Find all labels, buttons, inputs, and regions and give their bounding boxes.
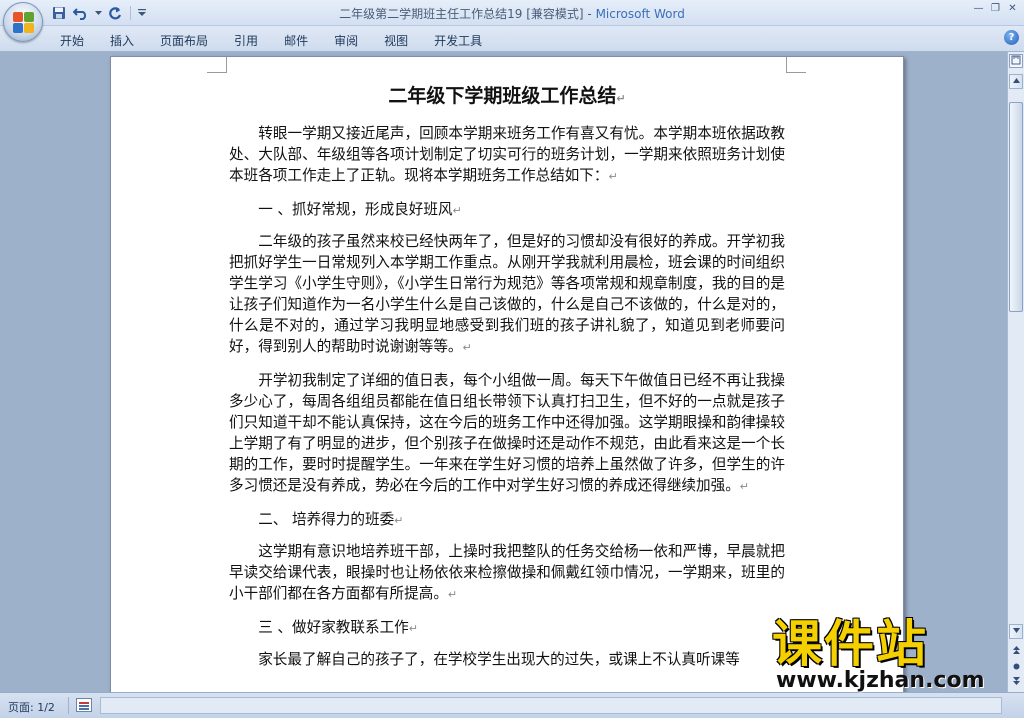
paragraph: 二年级的孩子虽然来校已经快两年了，但是好的习惯却没有很好的养成。开学初我把抓好学… [229, 233, 785, 355]
section-heading: 一 、抓好常规，形成良好班风↵ [258, 201, 462, 218]
select-browse-object-button[interactable] [1009, 661, 1023, 674]
help-button[interactable]: ? [1004, 30, 1019, 45]
arrow-up-icon [1012, 78, 1020, 83]
site-watermark: 课件站 www.kjzhan.com [772, 618, 1008, 692]
document-workspace: 二年级下学期班级工作总结↵ 转眼一学期又接近尾声，回顾本学期来班务工作有喜又有忧… [0, 52, 1007, 692]
previous-page-button[interactable] [1009, 645, 1023, 658]
double-arrow-up-icon [1012, 646, 1020, 654]
document-name: 二年级第二学期班主任工作总结19 [兼容模式] [339, 7, 584, 21]
ribbon-tab-bar: 开始 插入 页面布局 引用 邮件 审阅 视图 开发工具 ? [0, 26, 1024, 52]
paragraph: 开学初我制定了详细的值日表，每个小组做一周。每天下午做值日已经不再让我操多少心了… [229, 372, 785, 494]
title-bar: 二年级第二学期班主任工作总结19 [兼容模式] - Microsoft Word… [0, 0, 1024, 26]
section-heading: 三 、做好家教联系工作↵ [258, 619, 418, 636]
paragraph: 这学期有意识地培养班干部，上操时我把整队的任务交给杨一依和严博，早晨就把早读交给… [229, 543, 785, 602]
next-page-button[interactable] [1009, 676, 1023, 689]
application-name: Microsoft Word [595, 7, 685, 21]
circle-icon [1013, 663, 1019, 670]
margin-corner-mark [786, 57, 806, 73]
page-count[interactable]: 页面: 1/2 [8, 699, 55, 715]
status-bar: 页面: 1/2 [0, 692, 1024, 718]
watermark-url: www.kjzhan.com [776, 668, 985, 693]
scroll-down-button[interactable] [1009, 624, 1023, 639]
tab-review[interactable]: 审阅 [321, 30, 371, 51]
proofing-status-icon[interactable] [76, 698, 92, 712]
tab-home[interactable]: 开始 [47, 30, 97, 51]
tab-mailings[interactable]: 邮件 [271, 30, 321, 51]
watermark-logo-text: 课件站 [772, 615, 928, 673]
paragraph-mark: ↵ [739, 480, 750, 493]
scroll-up-button[interactable] [1009, 74, 1023, 89]
view-ruler-button[interactable] [1009, 54, 1023, 68]
ribbon-tabs: 开始 插入 页面布局 引用 邮件 审阅 视图 开发工具 [47, 30, 495, 51]
section-heading: 二、 培养得力的班委↵ [258, 511, 404, 528]
tab-page-layout[interactable]: 页面布局 [147, 30, 221, 51]
tab-view[interactable]: 视图 [371, 30, 421, 51]
office-logo-icon [13, 12, 35, 34]
document-body[interactable]: 二年级下学期班级工作总结↵ 转眼一学期又接近尾声，回顾本学期来班务工作有喜又有忧… [229, 83, 785, 682]
restore-button[interactable]: ❐ [988, 2, 1003, 15]
double-arrow-down-icon [1012, 677, 1020, 685]
paragraph-mark: ↵ [452, 204, 462, 217]
paragraph-mark: ↵ [408, 622, 418, 635]
office-button[interactable] [3, 2, 43, 42]
margin-corner-mark [207, 57, 227, 73]
window-controls: — ❐ ✕ [971, 2, 1020, 15]
status-divider [68, 697, 69, 714]
document-title: 二年级下学期班级工作总结↵ [388, 85, 626, 107]
paragraph-mark: ↵ [616, 92, 626, 105]
paragraph-mark: ↵ [462, 341, 472, 354]
paragraph-mark: ↵ [608, 170, 618, 183]
horizontal-scrollbar[interactable] [100, 697, 1002, 714]
tab-references[interactable]: 引用 [221, 30, 271, 51]
title-separator: - [583, 7, 596, 21]
paragraph: 家长最了解自己的孩子了，在学校学生出现大的过失，或课上不认真听课等 [258, 651, 740, 668]
minimize-button[interactable]: — [971, 2, 986, 15]
tab-developer[interactable]: 开发工具 [421, 30, 495, 51]
close-button[interactable]: ✕ [1005, 2, 1020, 15]
document-page[interactable]: 二年级下学期班级工作总结↵ 转眼一学期又接近尾声，回顾本学期来班务工作有喜又有忧… [110, 56, 904, 692]
vertical-scrollbar[interactable] [1007, 52, 1024, 692]
tab-insert[interactable]: 插入 [97, 30, 147, 51]
paragraph: 转眼一学期又接近尾声，回顾本学期来班务工作有喜又有忧。本学期本班依据政教处、大队… [229, 125, 785, 184]
ruler-icon [1011, 55, 1021, 65]
paragraph-mark: ↵ [447, 588, 458, 601]
arrow-down-icon [1012, 628, 1020, 633]
scroll-thumb[interactable] [1009, 102, 1023, 312]
window-title: 二年级第二学期班主任工作总结19 [兼容模式] - Microsoft Word [0, 5, 1024, 22]
paragraph-mark: ↵ [394, 514, 404, 527]
